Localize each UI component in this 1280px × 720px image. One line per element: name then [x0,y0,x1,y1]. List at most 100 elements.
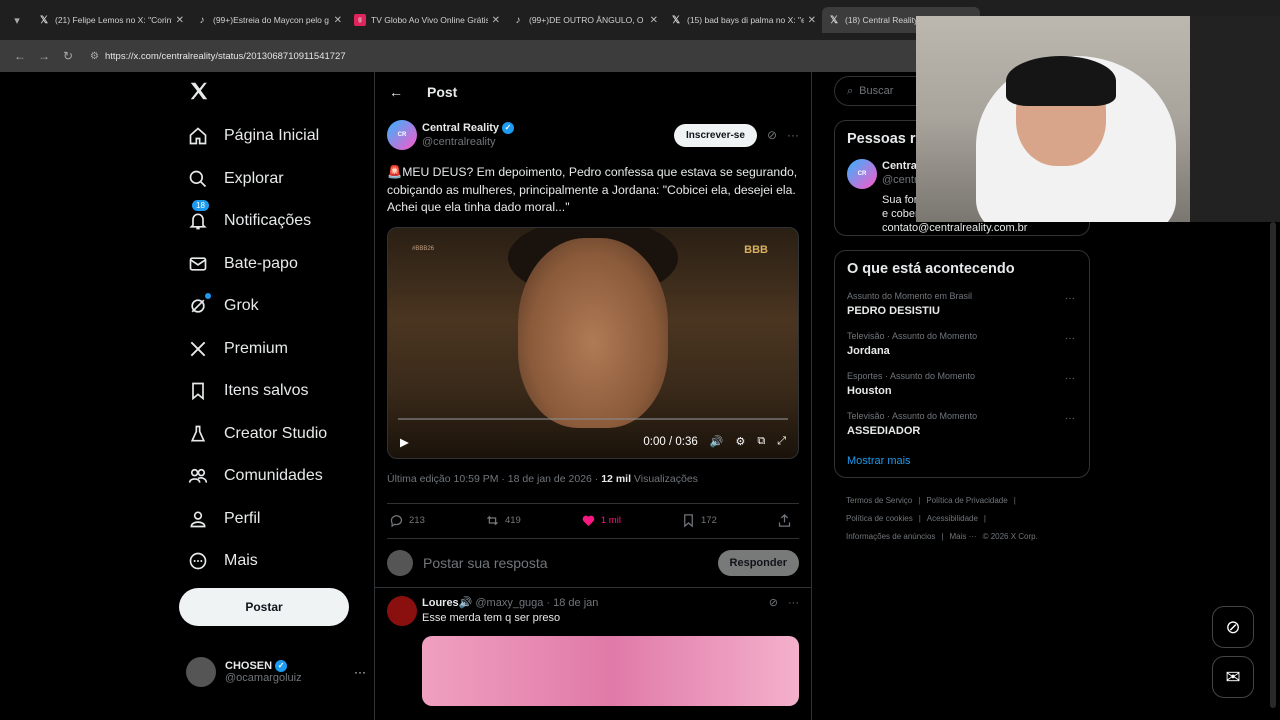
reply-composer: Postar sua resposta Responder [387,539,799,587]
tab-close-icon[interactable]: ✕ [650,15,658,26]
author-handle[interactable]: @centralreality [422,135,674,149]
reply-media[interactable] [422,635,799,706]
grok-fab-button[interactable]: ⊘ [1212,606,1254,648]
like-button[interactable]: 1 mil [581,513,621,528]
share-button[interactable] [777,513,797,528]
browser-tab[interactable]: 𝕏 (21) Felipe Lemos no X: "Corint ✕ [32,7,190,33]
left-sidebar: Página Inicial Explorar 18 Notificações … [176,76,366,583]
more-circle-icon [189,552,207,570]
search-icon [189,170,207,187]
flask-icon [190,425,206,442]
bookmark-button[interactable]: 172 [681,513,717,528]
trend-item[interactable]: Assunto do Momento em Brasil PEDRO DESIST… [847,291,1077,317]
grok-icon[interactable]: ⊘ [767,128,777,142]
webcam-person-cap [1006,56,1116,106]
trend-item[interactable]: Esportes · Assunto do Momento Houston ··· [847,371,1077,397]
tab-close-icon[interactable]: ✕ [808,15,816,26]
share-icon [778,513,791,527]
video-player[interactable]: #BBB26 BBB ▶ 0:00 / 0:36 🔊 ⚙ ⧉ ⤢ [387,226,799,459]
author-name[interactable]: Central Reality [422,122,499,134]
post-header: ← Post [375,72,811,112]
picture-in-picture-icon[interactable]: ⧉ [757,435,765,448]
reply-submit-button[interactable]: Responder [717,549,799,576]
nav-communities[interactable]: Comunidades [176,455,366,498]
video-progress-bar[interactable] [398,417,788,420]
account-switcher[interactable]: CHOSEN ✓ @ocamargoluiz ··· [186,654,366,690]
site-settings-icon[interactable]: ⚙ [90,51,99,62]
people-icon [188,469,208,484]
browser-tab[interactable]: ♪ (99+)DE OUTRO ÂNGULO, O N ✕ [506,7,664,33]
footer-links: Termos de Serviço | Política de Privacidad… [846,496,1038,541]
avatar [387,549,413,576]
mail-icon: ✉ [1225,666,1241,687]
reload-icon[interactable]: ↻ [56,49,80,63]
browser-tab[interactable]: ♪ (99+)Estreia do Maycon pelo g ✕ [190,7,348,33]
reply-date[interactable]: · 18 de jan [546,596,598,611]
fullscreen-icon[interactable]: ⤢ [777,435,786,448]
url-field[interactable]: ⚙ https://x.com/centralreality/status/201… [90,51,346,62]
page-scrollbar[interactable] [1270,222,1276,708]
home-icon [189,127,207,145]
volume-icon[interactable]: 🔊 [710,435,724,448]
compose-post-button[interactable]: Postar [179,588,349,626]
nav-bookmarks[interactable]: Itens salvos [176,370,366,413]
more-dots-icon[interactable]: ··· [787,128,799,142]
browser-tab[interactable]: 𝕏 (15) bad bays di palma no X: "e ✕ [664,7,822,33]
nav-grok[interactable]: Grok [176,285,366,328]
tab-close-icon[interactable]: ✕ [176,15,184,26]
more-dots-icon[interactable]: ··· [354,665,366,679]
bbb-watermark: BBB [744,243,768,256]
reply-input[interactable]: Postar sua resposta [423,555,718,571]
forward-arrow-icon[interactable]: → [32,49,56,63]
more-dots-icon[interactable]: ··· [788,596,799,611]
reply-button[interactable]: 213 [389,513,425,528]
reply-text: Esse merda tem q ser preso [422,611,561,624]
x-icon: 𝕏 [39,14,49,26]
tab-search-dropdown-icon[interactable]: ▾ [6,9,28,31]
tweet: CR Central Reality ✓ @centralreality Insc… [375,112,811,587]
messages-fab-button[interactable]: ✉ [1212,656,1254,698]
nav-chat[interactable]: Bate-papo [176,243,366,286]
back-arrow-icon[interactable]: ← [8,49,32,63]
reply-author-name[interactable]: Loures🔊 [422,596,472,611]
nav-home[interactable]: Página Inicial [176,115,366,158]
play-icon[interactable]: ▶ [400,435,409,449]
reply-tweet[interactable]: Loures🔊 @maxy_guga · 18 de jan ⊘ ··· Ess… [375,586,811,706]
video-time: 0:00 / 0:36 [643,435,698,448]
trend-item[interactable]: Televisão · Assunto do Momento Jordana ··· [847,331,1077,357]
subscribe-button[interactable]: Inscrever-se [674,123,757,147]
webcam-overlay [916,16,1280,222]
more-dots-icon[interactable]: ··· [1065,373,1075,384]
x-logo-icon[interactable] [188,80,210,102]
tab-close-icon[interactable]: ✕ [334,15,342,26]
trend-item[interactable]: Televisão · Assunto do Momento ASSEDIADOR… [847,411,1077,437]
video-frame-face [518,237,668,428]
settings-gear-icon[interactable]: ⚙ [735,435,745,448]
nav-more[interactable]: Mais [176,540,366,583]
tab-close-icon[interactable]: ✕ [492,15,500,26]
more-dots-icon[interactable]: ··· [1065,293,1075,304]
browser-tab[interactable]: g TV Globo Ao Vivo Online Grátis ✕ [348,7,506,33]
repost-button[interactable]: 419 [485,513,521,528]
nav-profile[interactable]: Perfil [176,498,366,541]
video-tag: #BBB26 [412,245,435,252]
grok-icon: ⊘ [1225,616,1241,637]
back-arrow-icon[interactable]: ← [389,84,403,100]
nav-explore[interactable]: Explorar [176,158,366,201]
show-more-link[interactable]: Mostrar mais [847,455,1077,467]
tweet-text: 🚨MEU DEUS? Em depoimento, Pedro confessa… [387,165,798,214]
reply-author-handle[interactable]: @maxy_guga [475,596,543,611]
tweet-actions: 213 419 1 mil 172 [387,502,799,539]
author-avatar[interactable]: CR [387,120,417,150]
nav-premium[interactable]: Premium [176,328,366,371]
trends-card: O que está acontecendo Assunto do Moment… [834,250,1090,478]
more-dots-icon[interactable]: ··· [1065,413,1075,424]
grok-icon[interactable]: ⊘ [769,596,778,611]
nav-creator-studio[interactable]: Creator Studio [176,413,366,456]
avatar[interactable]: CR [847,159,877,189]
avatar[interactable] [387,595,417,626]
globo-icon: g [354,14,366,26]
more-dots-icon[interactable]: ··· [1065,333,1075,344]
nav-notifications[interactable]: 18 Notificações [176,200,366,243]
reply-icon [390,515,403,528]
